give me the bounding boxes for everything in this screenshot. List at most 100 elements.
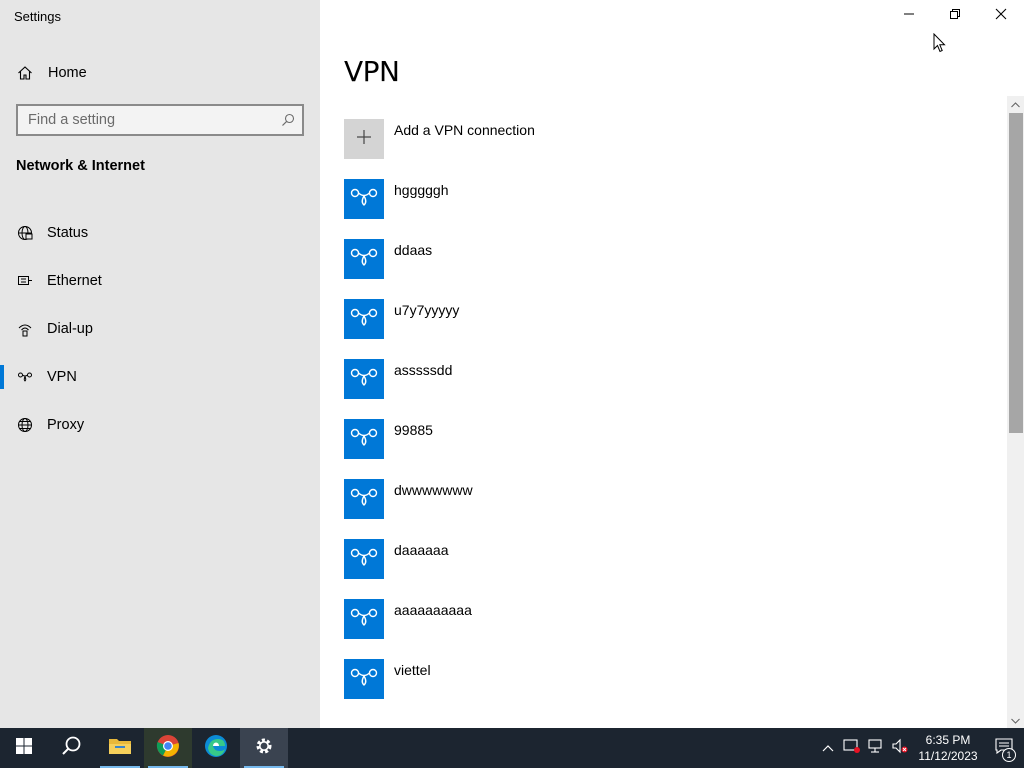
edge-icon [204, 734, 228, 763]
tray-volume-button[interactable] [888, 728, 912, 768]
file-explorer-icon [108, 736, 132, 761]
vpn-icon [349, 485, 379, 514]
sidebar-nav: Status Ethernet Dial-up VPN Proxy [0, 209, 320, 449]
globe-status-icon [16, 224, 34, 242]
vpn-icon [349, 605, 379, 634]
vpn-connection-item[interactable]: hgggggh [344, 179, 984, 239]
home-icon [16, 64, 34, 82]
search-placeholder: Find a setting [28, 112, 116, 128]
vpn-tile [344, 179, 384, 219]
vpn-connection-name: asssssdd [394, 362, 453, 378]
chrome-icon [156, 734, 180, 763]
sidebar-item-proxy[interactable]: Proxy [0, 401, 320, 449]
system-tray: 6:35 PM 11/12/2023 1 [816, 728, 1024, 768]
network-icon [867, 738, 885, 759]
sidebar-item-vpn[interactable]: VPN [0, 353, 320, 401]
vpn-icon [16, 368, 34, 386]
sidebar-home[interactable]: Home [0, 57, 320, 89]
vpn-connection-item[interactable]: 99885 [344, 419, 984, 479]
chevron-up-icon [1011, 95, 1020, 113]
window-controls [886, 0, 1024, 32]
sidebar: Settings Home Find a setting Network & I… [0, 0, 320, 728]
vpn-tile [344, 659, 384, 699]
restore-icon [949, 7, 961, 25]
scroll-up-button[interactable] [1007, 96, 1024, 112]
taskbar-edge[interactable] [192, 728, 240, 768]
security-alert-icon [843, 738, 861, 759]
sidebar-item-ethernet[interactable]: Ethernet [0, 257, 320, 305]
show-hidden-icons-button[interactable] [816, 728, 840, 768]
tray-network-button[interactable] [864, 728, 888, 768]
sidebar-item-label: Status [47, 225, 89, 241]
vpn-icon [349, 185, 379, 214]
vpn-connection-name: daaaaaa [394, 542, 449, 558]
plus-icon [355, 128, 373, 151]
vpn-connection-name: u7y7yyyyy [394, 302, 460, 318]
vpn-connection-name: ddaas [394, 242, 433, 258]
vpn-tile [344, 539, 384, 579]
close-button[interactable] [978, 0, 1024, 32]
vpn-connection-name: aaaaaaaaaa [394, 602, 472, 618]
vpn-connection-item[interactable]: ddaas [344, 239, 984, 299]
taskbar-chrome[interactable] [144, 728, 192, 768]
taskbar-clock[interactable]: 6:35 PM 11/12/2023 [912, 732, 984, 764]
settings-gear-icon [253, 735, 275, 762]
vpn-connection-item[interactable]: daaaaaa [344, 539, 984, 599]
scroll-thumb[interactable] [1009, 113, 1023, 433]
home-label: Home [48, 65, 87, 81]
vpn-icon [349, 665, 379, 694]
vpn-connection-name: 99885 [394, 422, 433, 438]
page-title: VPN [344, 55, 400, 88]
taskbar-file-explorer[interactable] [96, 728, 144, 768]
tray-security-button[interactable] [840, 728, 864, 768]
sidebar-item-label: VPN [47, 369, 77, 385]
taskbar-search-button[interactable] [48, 728, 96, 768]
action-center-button[interactable]: 1 [984, 728, 1024, 768]
restore-button[interactable] [932, 0, 978, 32]
ethernet-icon [16, 272, 34, 290]
vpn-icon [349, 245, 379, 274]
sidebar-item-label: Proxy [47, 417, 85, 433]
windows-logo-icon [16, 737, 32, 759]
vpn-connection-name: dwwwwwww [394, 482, 473, 498]
search-input[interactable]: Find a setting [16, 104, 304, 136]
vpn-icon [349, 365, 379, 394]
vpn-tile [344, 239, 384, 279]
vpn-tile [344, 479, 384, 519]
app-title: Settings [14, 9, 61, 24]
notification-badge: 1 [1002, 748, 1016, 762]
vpn-connection-item[interactable]: dwwwwwww [344, 479, 984, 539]
section-title: Network & Internet [16, 158, 145, 174]
vertical-scrollbar[interactable] [1007, 96, 1024, 728]
vpn-connection-item[interactable]: asssssdd [344, 359, 984, 419]
chevron-up-icon [822, 739, 834, 757]
sidebar-item-dialup[interactable]: Dial-up [0, 305, 320, 353]
add-vpn-button[interactable]: Add a VPN connection [344, 119, 984, 179]
vpn-connection-item[interactable]: viettel [344, 659, 984, 719]
sidebar-item-label: Dial-up [47, 321, 93, 337]
vpn-tile [344, 419, 384, 459]
vpn-connection-item[interactable]: aaaaaaaaaa [344, 599, 984, 659]
vpn-connection-item[interactable]: u7y7yyyyy [344, 299, 984, 359]
search-icon [61, 735, 83, 762]
vpn-tile [344, 299, 384, 339]
taskbar-settings[interactable] [240, 728, 288, 768]
search-icon[interactable] [274, 106, 302, 134]
scroll-down-button[interactable] [1007, 712, 1024, 728]
add-vpn-label: Add a VPN connection [394, 122, 535, 138]
main-panel: VPN Add a VPN connection hgggggh ddaas u… [320, 0, 1024, 728]
start-button[interactable] [0, 728, 48, 768]
minimize-button[interactable] [886, 0, 932, 32]
vpn-tile [344, 359, 384, 399]
sidebar-item-status[interactable]: Status [0, 209, 320, 257]
vpn-icon [349, 305, 379, 334]
vpn-tile [344, 599, 384, 639]
taskbar: 6:35 PM 11/12/2023 1 [0, 728, 1024, 768]
sidebar-item-label: Ethernet [47, 273, 102, 289]
vpn-list: Add a VPN connection hgggggh ddaas u7y7y… [344, 119, 984, 719]
add-tile [344, 119, 384, 159]
chevron-down-icon [1011, 711, 1020, 729]
vpn-connection-name: viettel [394, 662, 431, 678]
mouse-cursor-icon [933, 32, 947, 58]
vpn-connection-name: hgggggh [394, 182, 449, 198]
